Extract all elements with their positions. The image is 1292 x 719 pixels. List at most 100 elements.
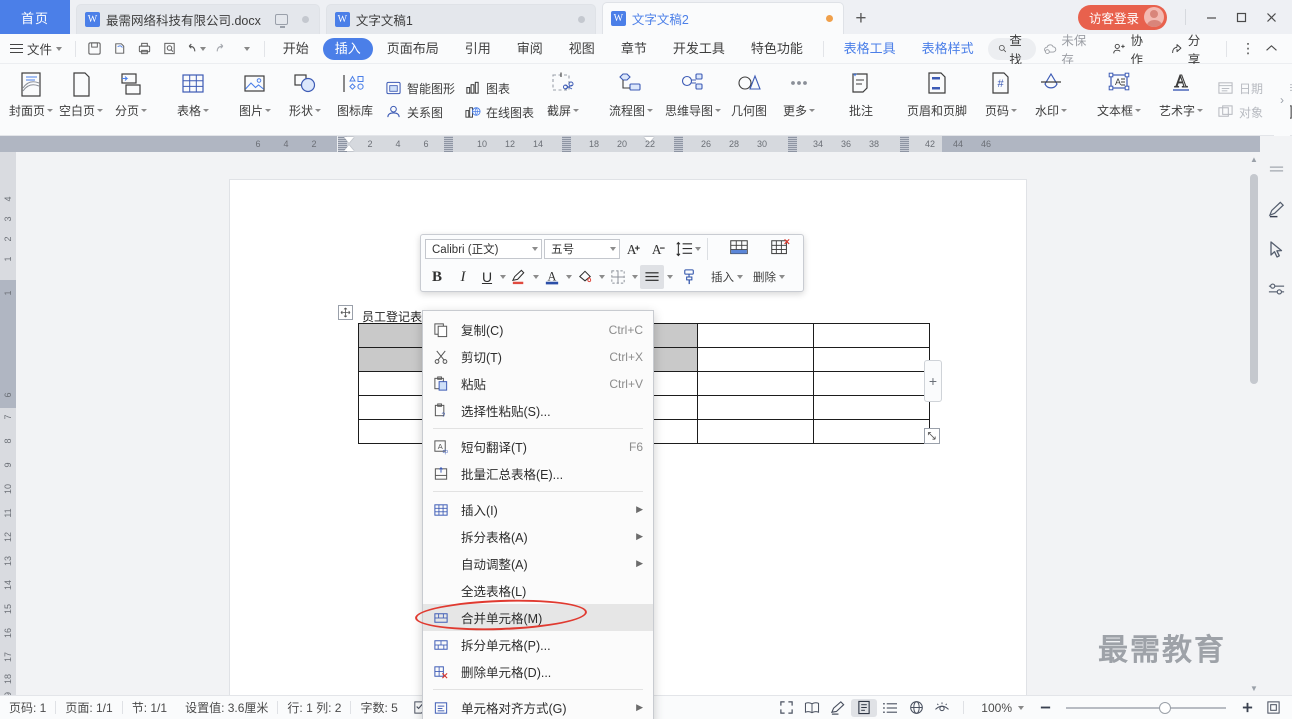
tab-start[interactable]: 开始 — [271, 38, 321, 60]
italic-button[interactable]: I — [451, 265, 475, 289]
more-button[interactable]: 更多 — [774, 68, 824, 132]
cover-page-button[interactable]: 封面页 — [6, 68, 56, 132]
find-button[interactable]: 查找 — [987, 34, 1037, 67]
tab-section[interactable]: 章节 — [609, 38, 659, 60]
table-cell[interactable] — [697, 371, 815, 396]
collapse-ribbon-button[interactable] — [1263, 34, 1286, 64]
horizontal-ruler[interactable]: 6 4 2 2 4 6 10 12 14 18 20 22 26 28 30 3… — [0, 136, 1260, 152]
vertical-ruler[interactable]: 4 3 2 1 1 6 7 8 9 10 11 12 13 14 15 16 1… — [0, 152, 16, 695]
guest-login-button[interactable]: 访客登录 — [1077, 4, 1167, 30]
find-doc-icon[interactable] — [157, 34, 182, 64]
insert-label-wrap[interactable]: 插入 — [707, 265, 747, 289]
save-icon[interactable] — [82, 34, 107, 64]
table-cell[interactable] — [813, 371, 930, 396]
context-menu-item-select-all-table[interactable]: 全选表格(L) — [423, 577, 653, 604]
tab-view[interactable]: 视图 — [557, 38, 607, 60]
font-name-combo[interactable]: Calibri (正文) — [425, 239, 543, 259]
geometry-button[interactable]: 几何图 — [724, 68, 774, 132]
scroll-down-button[interactable]: ▼ — [1248, 681, 1260, 695]
table-move-handle-icon[interactable] — [338, 305, 353, 320]
context-menu-item-batch-summary[interactable]: 批量汇总表格(E)... — [423, 460, 653, 487]
object-button[interactable]: 对象 — [1212, 101, 1272, 123]
header-footer-button[interactable]: 页眉和页脚 — [898, 68, 976, 132]
print-preview-icon[interactable] — [107, 34, 132, 64]
context-menu-item-delete-cells[interactable]: 删除单元格(D)... — [423, 658, 653, 685]
table-cell[interactable] — [697, 323, 815, 348]
flowchart-button[interactable]: 流程图 — [600, 68, 662, 132]
context-menu-item-paste[interactable]: 粘贴 Ctrl+V — [423, 370, 653, 397]
tab-special-features[interactable]: 特色功能 — [739, 38, 815, 60]
blank-page-button[interactable]: 空白页 — [56, 68, 106, 132]
table-cell[interactable] — [813, 395, 930, 420]
page-layout-icon[interactable] — [851, 698, 878, 717]
settings-sliders-icon[interactable] — [1264, 278, 1288, 300]
cursor-arrow-icon[interactable] — [1264, 238, 1288, 260]
font-size-combo[interactable]: 五号 — [544, 239, 621, 259]
align-button[interactable] — [640, 265, 664, 289]
context-menu-item-copy[interactable]: 复制(C) Ctrl+C — [423, 316, 653, 343]
icon-library-button[interactable]: 图标库 — [330, 68, 380, 132]
add-column-icon[interactable]: + — [924, 360, 942, 402]
document-tab-2[interactable]: 文字文稿1 — [325, 4, 596, 34]
table-cell[interactable] — [697, 395, 815, 420]
reading-layout-icon[interactable] — [799, 696, 825, 719]
picture-button[interactable]: 图片 — [230, 68, 280, 132]
zoom-in-button[interactable] — [1234, 696, 1260, 719]
context-menu-item-insert[interactable]: 插入(I) ▶ — [423, 496, 653, 523]
context-menu-item-split-table[interactable]: 拆分表格(A) ▶ — [423, 523, 653, 550]
zoom-slider-knob[interactable] — [1159, 701, 1171, 714]
more-options-button[interactable]: ⋮ — [1235, 34, 1261, 64]
share-button[interactable]: 分享 — [1163, 34, 1218, 67]
chart-button[interactable]: 图表 — [459, 77, 538, 99]
shrink-font-button[interactable]: A — [648, 237, 671, 261]
undo-icon[interactable] — [182, 34, 207, 64]
table-cell[interactable] — [813, 419, 930, 444]
tab-close-dot[interactable] — [577, 16, 585, 23]
tab-close-dot[interactable] — [301, 16, 309, 23]
new-tab-button[interactable]: + — [844, 4, 878, 34]
table-cell[interactable] — [697, 419, 815, 444]
fullscreen-icon[interactable] — [773, 696, 799, 719]
minimize-button[interactable] — [1196, 4, 1226, 30]
scroll-up-button[interactable]: ▲ — [1248, 152, 1260, 166]
tab-marker[interactable] — [562, 136, 571, 152]
tab-marker[interactable] — [444, 136, 453, 152]
font-color-button[interactable]: A — [541, 265, 563, 289]
table-cell[interactable] — [697, 347, 815, 372]
web-layout-icon[interactable] — [903, 696, 929, 719]
context-menu-item-split-cells[interactable]: 拆分单元格(P)... — [423, 631, 653, 658]
unsaved-status[interactable]: 未保存 — [1036, 34, 1103, 67]
vertical-scrollbar[interactable]: ▲ ▼ — [1248, 152, 1260, 695]
format-painter-button[interactable] — [677, 265, 701, 289]
document-tab-3[interactable]: 文字文稿2 — [601, 2, 844, 34]
tab-table-styles[interactable]: 表格样式 — [910, 38, 986, 60]
table-cell[interactable] — [813, 323, 930, 348]
tab-review[interactable]: 审阅 — [505, 38, 555, 60]
close-button[interactable] — [1256, 4, 1286, 30]
tab-table-tools[interactable]: 表格工具 — [832, 38, 908, 60]
context-menu-item-cell-align[interactable]: 单元格对齐方式(G) ▶ — [423, 694, 653, 719]
zoom-slider[interactable] — [1066, 696, 1226, 719]
context-menu-item-translate[interactable]: A中 短句翻译(T) F6 — [423, 433, 653, 460]
scrollbar-thumb[interactable] — [1250, 174, 1258, 384]
text-box-button[interactable]: A 文本框 — [1088, 68, 1150, 132]
word-art-button[interactable]: A 艺术字 — [1150, 68, 1212, 132]
document-tab-1[interactable]: 最需网络科技有限公司.docx — [76, 4, 320, 34]
hanging-indent-marker[interactable] — [344, 145, 354, 151]
online-chart-button[interactable]: 在线图表 — [459, 101, 538, 123]
screenshot-button[interactable]: 截屏 — [538, 68, 588, 132]
zoom-level-label[interactable]: 100% — [972, 701, 1014, 715]
line-spacing-button[interactable] — [673, 237, 702, 261]
bold-button[interactable]: B — [425, 265, 449, 289]
tab-references[interactable]: 引用 — [453, 38, 503, 60]
shading-button[interactable] — [574, 265, 596, 289]
redo-icon[interactable] — [208, 34, 233, 64]
fit-page-icon[interactable] — [1260, 696, 1286, 719]
print-icon[interactable] — [132, 34, 157, 64]
page-break-button[interactable]: 分页 — [106, 68, 156, 132]
tab-developer[interactable]: 开发工具 — [661, 38, 737, 60]
table-button[interactable]: 表格 — [168, 68, 218, 132]
first-line-indent-marker[interactable] — [344, 137, 354, 143]
page-number-button[interactable]: # 页码 — [976, 68, 1026, 132]
present-monitor-icon[interactable] — [274, 14, 288, 28]
